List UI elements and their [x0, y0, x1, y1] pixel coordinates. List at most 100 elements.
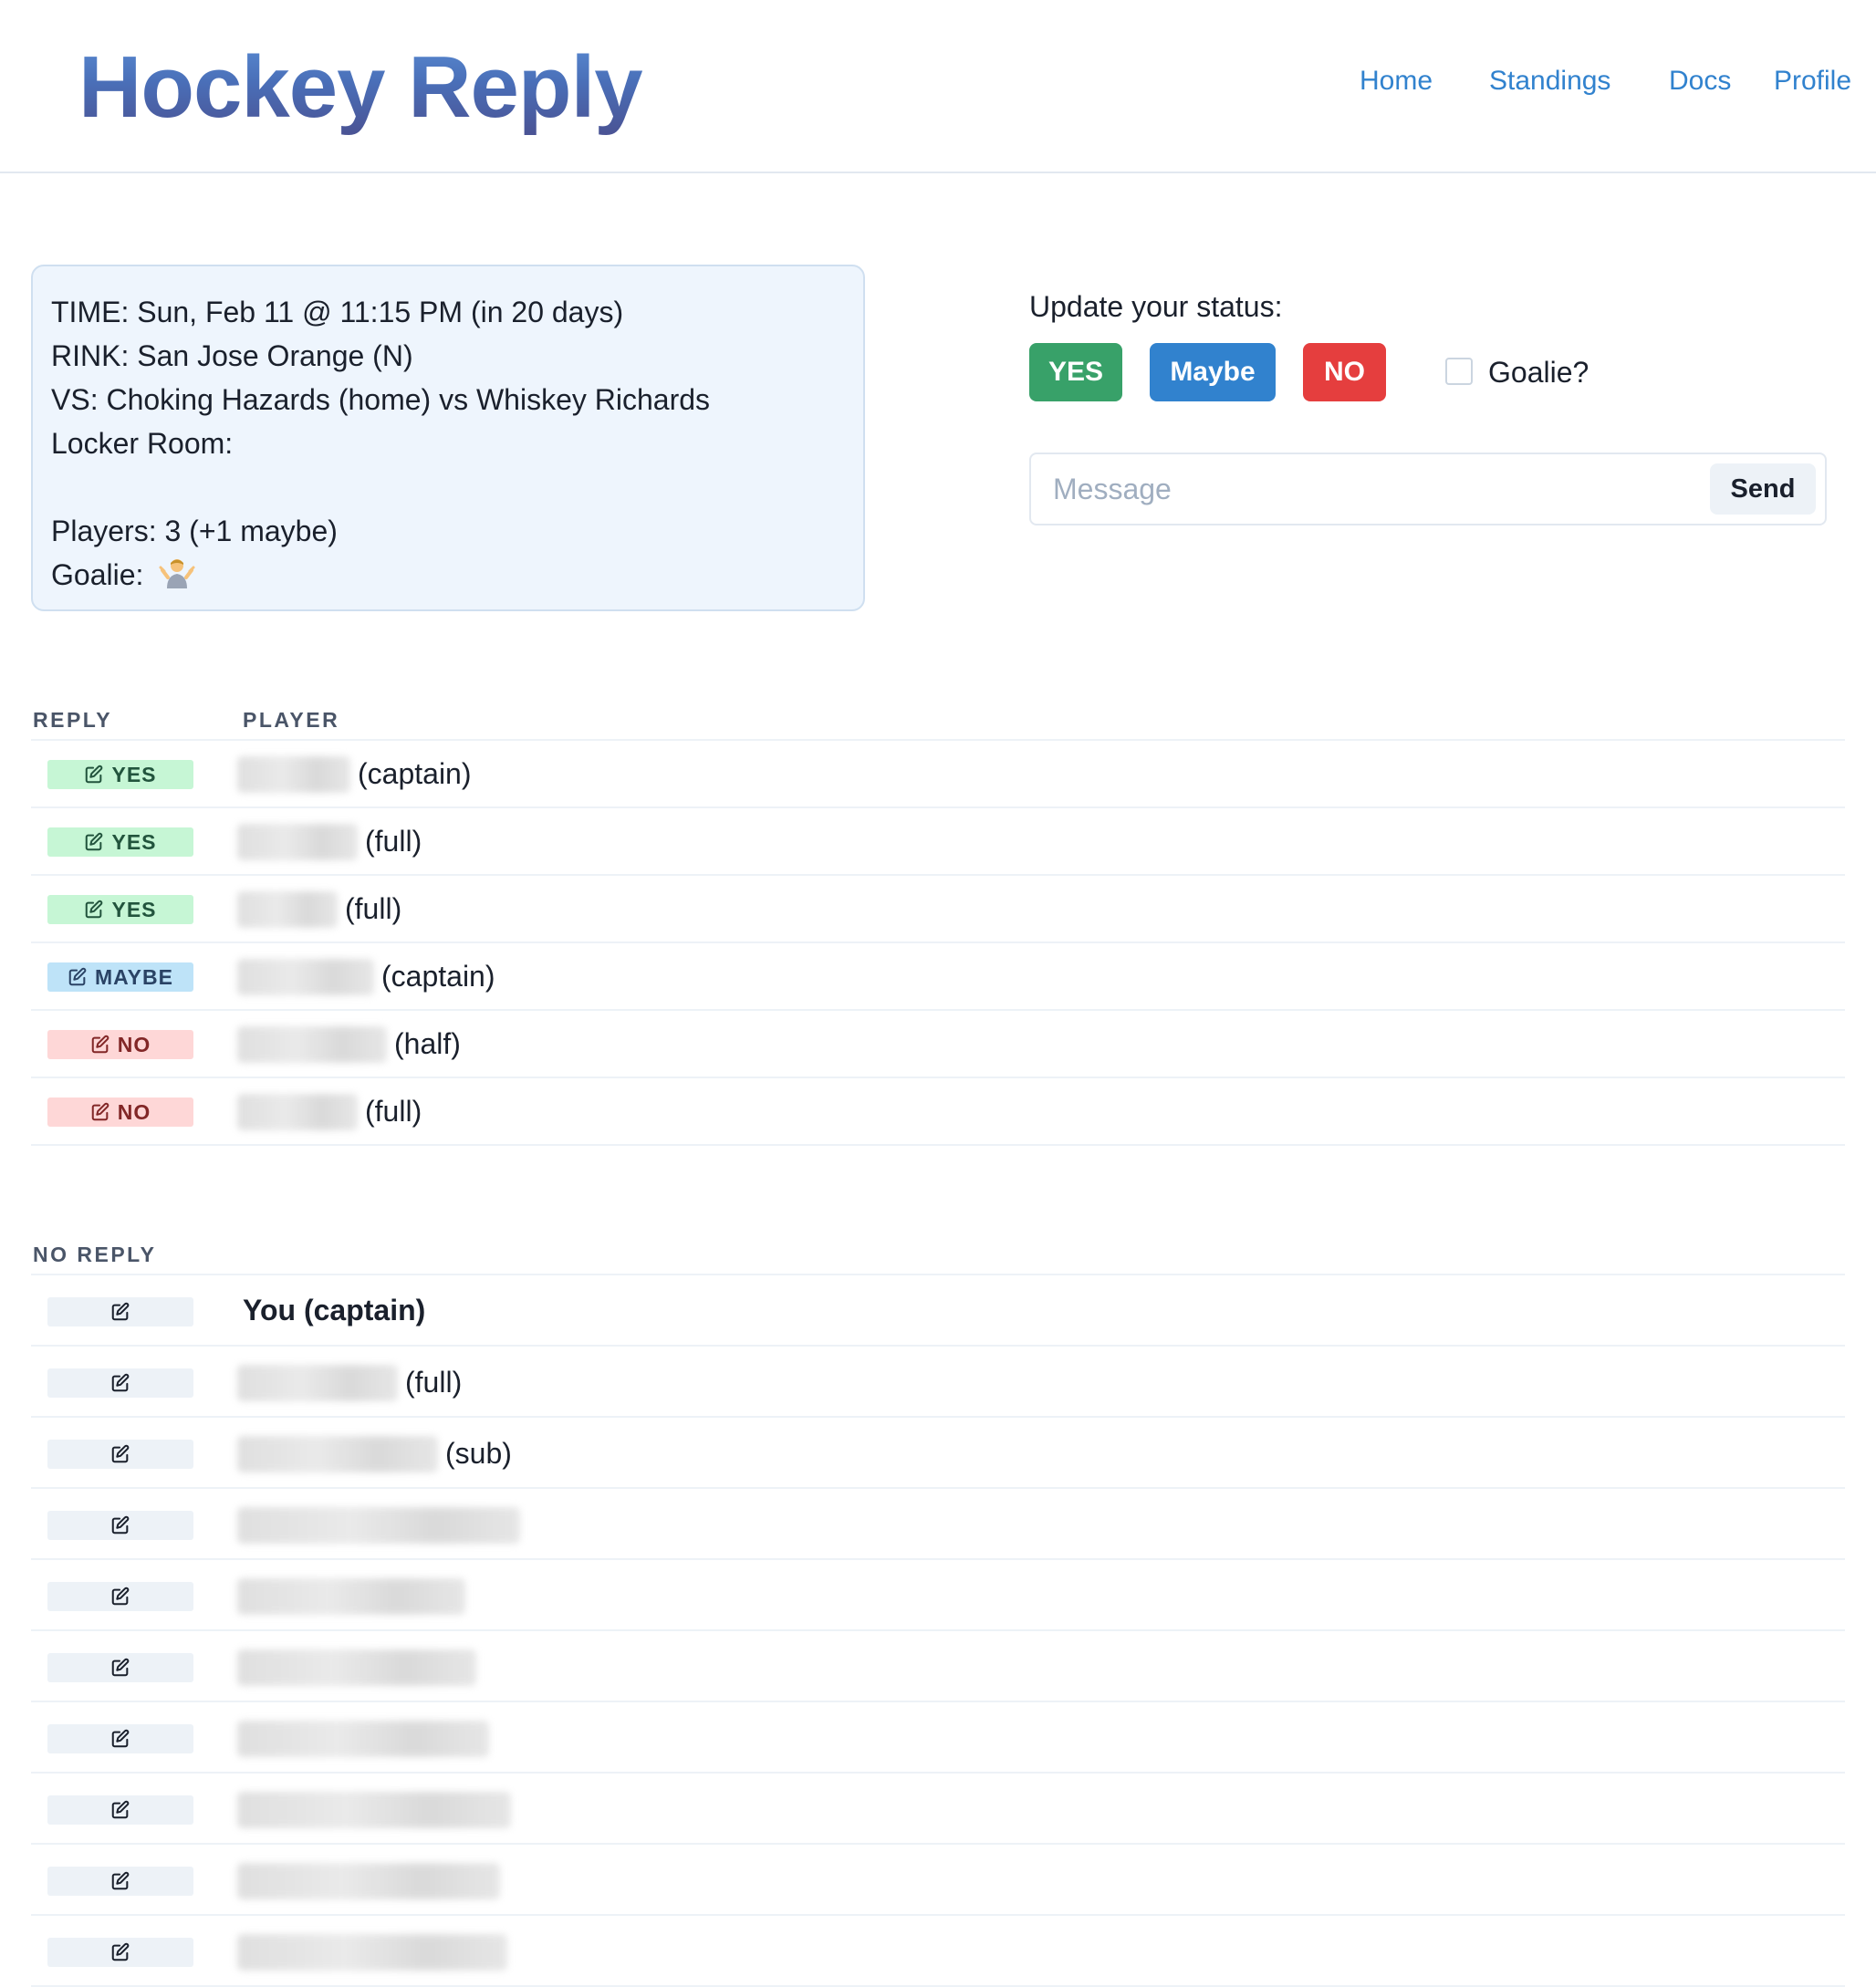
goalie-checkbox-label[interactable]: Goalie? — [1488, 354, 1589, 390]
table-row — [31, 1774, 1845, 1845]
status-badge[interactable] — [47, 1440, 193, 1469]
status-no-button[interactable]: NO — [1303, 343, 1386, 401]
table-row: (sub) — [31, 1418, 1845, 1489]
player-column-header: PLAYER — [243, 708, 340, 732]
table-row: YES (full) — [31, 876, 1845, 943]
status-badge-label: YES — [111, 762, 157, 786]
edit-icon — [68, 967, 88, 987]
status-badge[interactable] — [47, 1511, 193, 1540]
edit-icon — [90, 1035, 110, 1055]
redacted-player-name — [237, 1649, 476, 1686]
game-time: TIME: Sun, Feb 11 @ 11:15 PM (in 20 days… — [51, 296, 624, 328]
status-badge-label: YES — [111, 897, 157, 921]
edit-icon — [110, 1871, 130, 1891]
status-badge[interactable] — [47, 1368, 193, 1398]
game-rink: RINK: San Jose Orange (N) — [51, 339, 413, 372]
redacted-player-name — [237, 756, 350, 793]
redacted-player-name — [237, 959, 374, 995]
status-badge-label: MAYBE — [95, 964, 173, 989]
status-badge[interactable] — [47, 1582, 193, 1611]
edit-icon — [110, 1942, 130, 1962]
status-badge-label: YES — [111, 829, 157, 854]
game-locker-room: Locker Room: — [51, 427, 234, 460]
edit-icon — [90, 1102, 110, 1122]
redacted-player-name — [237, 1863, 500, 1899]
status-badge[interactable] — [47, 1867, 193, 1896]
edit-icon — [110, 1373, 130, 1393]
redacted-player-name — [237, 1507, 520, 1544]
player-role: (full) — [345, 892, 402, 925]
game-goalie: Goalie: — [51, 553, 845, 597]
table-row — [31, 1845, 1845, 1916]
you-player-label: You (captain) — [243, 1294, 426, 1326]
table-row: MAYBE (captain) — [31, 943, 1845, 1011]
status-label: Update your status: — [1029, 290, 1283, 323]
nav-docs[interactable]: Docs — [1669, 66, 1731, 102]
header: Hockey Reply Home Standings Docs Profile — [0, 0, 1876, 173]
status-badge[interactable] — [47, 1297, 193, 1326]
redacted-player-name — [237, 1436, 438, 1472]
status-badge[interactable] — [47, 1938, 193, 1967]
table-row — [31, 1631, 1845, 1702]
nav-profile[interactable]: Profile — [1774, 66, 1851, 102]
table-row: YES (captain) — [31, 741, 1845, 808]
table-row — [31, 1702, 1845, 1774]
game-players: Players: 3 (+1 maybe) — [51, 515, 338, 547]
edit-icon — [110, 1729, 130, 1749]
no-reply-header: NO REPLY — [33, 1243, 157, 1266]
redacted-player-name — [237, 1365, 398, 1401]
status-badge-label: NO — [117, 1032, 151, 1056]
status-badge[interactable]: MAYBE — [47, 962, 193, 992]
goalie-checkbox[interactable] — [1445, 358, 1473, 385]
redacted-player-name — [237, 1792, 511, 1828]
table-row: You (captain) — [31, 1275, 1845, 1347]
divider — [31, 1144, 1845, 1146]
edit-icon — [110, 1586, 130, 1607]
edit-icon — [110, 1302, 130, 1322]
redacted-player-name — [237, 1934, 507, 1971]
redacted-player-name — [237, 1026, 387, 1063]
goalie-label: Goalie: — [51, 558, 144, 591]
status-badge[interactable]: YES — [47, 760, 193, 789]
table-row: YES (full) — [31, 808, 1845, 876]
status-badge[interactable]: NO — [47, 1030, 193, 1059]
player-role: (full) — [405, 1366, 463, 1399]
status-badge[interactable] — [47, 1653, 193, 1682]
edit-icon — [110, 1800, 130, 1820]
player-role: (full) — [365, 1095, 422, 1128]
nav-standings[interactable]: Standings — [1489, 66, 1610, 102]
status-badge[interactable]: YES — [47, 895, 193, 924]
redacted-player-name — [237, 1721, 489, 1757]
nav-home[interactable]: Home — [1360, 66, 1433, 102]
player-role: (sub) — [445, 1437, 512, 1470]
redacted-player-name — [237, 1578, 465, 1615]
edit-icon — [110, 1444, 130, 1464]
edit-icon — [110, 1658, 130, 1678]
status-maybe-button[interactable]: Maybe — [1150, 343, 1276, 401]
redacted-player-name — [237, 891, 338, 928]
status-badge[interactable]: YES — [47, 827, 193, 857]
edit-icon — [84, 832, 104, 852]
table-row: NO (full) — [31, 1078, 1845, 1146]
game-vs: VS: Choking Hazards (home) vs Whiskey Ri… — [51, 383, 711, 416]
table-row: (full) — [31, 1347, 1845, 1418]
send-button[interactable]: Send — [1710, 463, 1816, 515]
table-row — [31, 1916, 1845, 1987]
player-role: (captain) — [381, 960, 495, 993]
status-badge[interactable] — [47, 1795, 193, 1825]
player-role: (captain) — [358, 757, 472, 790]
player-role: (half) — [394, 1027, 461, 1060]
status-badge-label: NO — [117, 1099, 151, 1124]
edit-icon — [84, 765, 104, 785]
person-shrugging-icon — [159, 554, 195, 590]
table-row: NO (half) — [31, 1011, 1845, 1078]
status-badge[interactable]: NO — [47, 1098, 193, 1127]
message-input[interactable] — [1053, 469, 1692, 509]
status-badge[interactable] — [47, 1724, 193, 1753]
reply-column-header: REPLY — [33, 708, 113, 732]
brand-logo[interactable]: Hockey Reply — [78, 33, 643, 142]
table-row — [31, 1560, 1845, 1631]
redacted-player-name — [237, 1094, 358, 1130]
status-yes-button[interactable]: YES — [1029, 343, 1122, 401]
